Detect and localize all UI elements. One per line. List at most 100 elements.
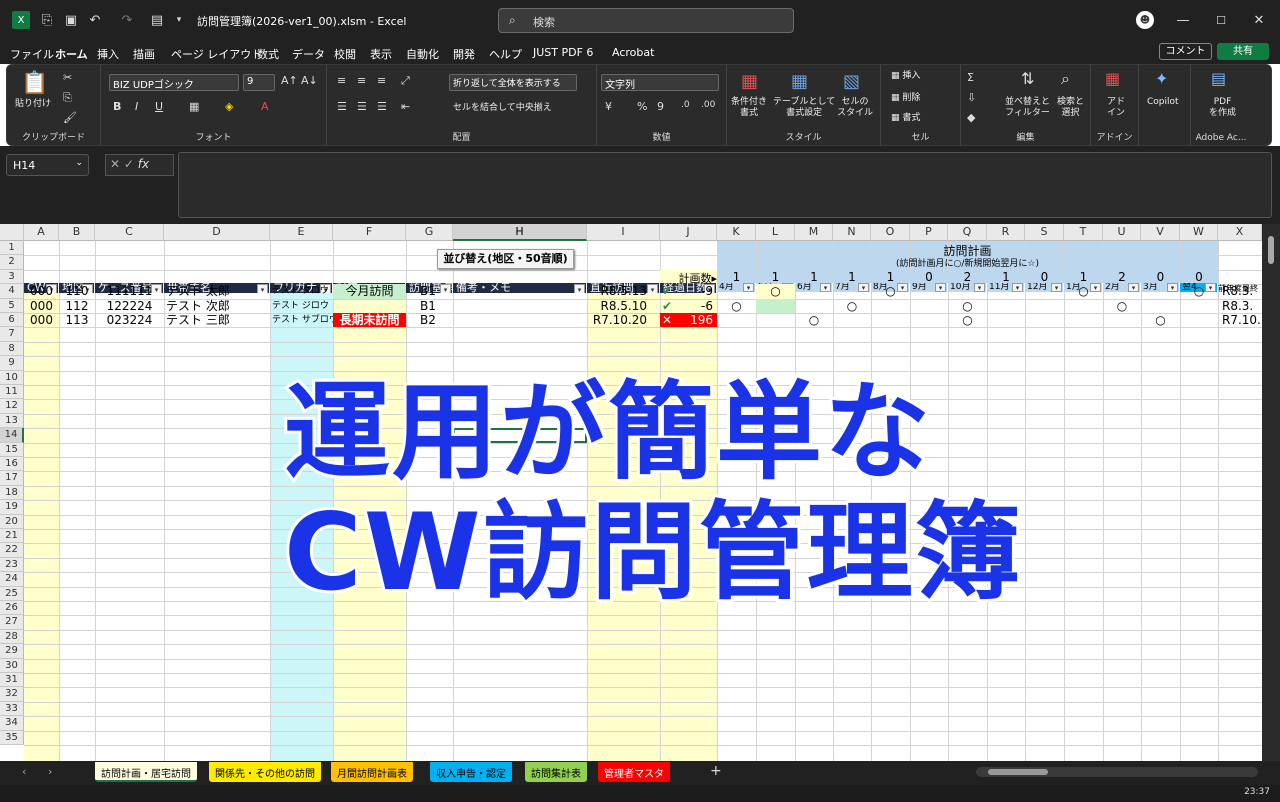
select-all-corner[interactable] [0, 224, 24, 241]
row-header[interactable]: 11 [0, 385, 24, 400]
kana-cell[interactable]: テスト サブロウ [272, 313, 333, 327]
sheet-tab[interactable]: 訪問計画・居宅訪問 [95, 762, 197, 782]
prev-year-cell[interactable]: R7.10. [1222, 313, 1262, 327]
row-header[interactable]: 22 [0, 543, 24, 558]
row-header[interactable]: 13 [0, 413, 24, 429]
row-header[interactable]: 26 [0, 601, 24, 616]
add-sheet-icon[interactable]: + [710, 763, 722, 779]
fill-icon[interactable]: ⇩ [967, 91, 976, 104]
dropdown-arrow-icon[interactable]: ▾ [574, 284, 585, 294]
name-box[interactable]: H14 ⌄ [6, 154, 89, 176]
vertical-scrollbar[interactable] [1262, 224, 1280, 761]
enter-icon[interactable]: ✓ [124, 157, 134, 171]
function-icon[interactable]: fx [138, 157, 149, 171]
column-header[interactable]: I [587, 224, 660, 241]
plan-circle[interactable]: ○ [756, 284, 795, 299]
prev-year-cell[interactable]: R8.3. [1222, 299, 1262, 313]
indent-icon[interactable]: ⇤ [401, 100, 410, 113]
scroll-thumb[interactable] [1268, 236, 1274, 264]
orientation-icon[interactable]: ⤢ [401, 74, 410, 88]
create-pdf-button[interactable]: PDF を作成 [1209, 97, 1236, 119]
kana-cell[interactable]: テスト ジロウ [272, 299, 333, 313]
comma-icon[interactable]: 9 [657, 100, 664, 113]
column-header[interactable]: X [1218, 224, 1262, 241]
column-header[interactable]: P [910, 224, 948, 241]
share-button[interactable]: 共有 [1217, 43, 1269, 60]
fill-color-icon[interactable]: ◈ [225, 100, 233, 113]
file-icon[interactable]: ▤ [148, 11, 166, 29]
plan-circle[interactable]: ○ [871, 284, 910, 298]
menu-item[interactable]: ホーム [55, 46, 88, 66]
row-header[interactable]: 19 [0, 500, 24, 515]
row-header[interactable]: 27 [0, 615, 24, 630]
maximize-icon[interactable]: ☐ [1212, 11, 1230, 29]
column-header[interactable]: G [406, 224, 453, 241]
align-bottom-icon[interactable]: ≡ [377, 74, 386, 87]
plan-circle[interactable]: ○ [833, 299, 871, 313]
minimize-icon[interactable]: — [1174, 11, 1192, 29]
prev-year-cell[interactable]: R8.3. [1222, 284, 1262, 298]
cancel-icon[interactable]: ✕ [110, 157, 120, 171]
case-number-cell[interactable]: 023224 [95, 313, 164, 327]
row-header[interactable]: 29 [0, 644, 24, 659]
align-top-icon[interactable]: ≡ [337, 74, 346, 87]
paste-icon[interactable]: 📋 [21, 71, 48, 96]
column-header[interactable]: J [660, 224, 717, 241]
sheet-tab[interactable]: 関係先・その他の訪問 [209, 762, 321, 782]
row-header[interactable]: 33 [0, 701, 24, 717]
plan-circle[interactable]: ○ [948, 313, 987, 327]
increase-decimal-icon[interactable]: .0 [681, 100, 690, 110]
row-header[interactable]: 25 [0, 586, 24, 601]
close-icon[interactable]: ✕ [1250, 11, 1268, 29]
elapsed-days-cell[interactable]: -6 [660, 299, 717, 313]
align-right-icon[interactable]: ☰ [377, 100, 387, 113]
row-header[interactable]: 9 [0, 356, 24, 371]
row-header[interactable]: 34 [0, 716, 24, 731]
column-header[interactable]: E [270, 224, 333, 241]
menu-item[interactable]: ファイル [10, 46, 54, 62]
column-header[interactable]: A [24, 224, 59, 241]
column-header[interactable]: W [1180, 224, 1218, 241]
plan-circle[interactable]: ○ [1103, 299, 1141, 313]
customize-icon[interactable]: ▾ [170, 11, 188, 29]
row-header[interactable]: 17 [0, 471, 24, 486]
row-header[interactable]: 21 [0, 529, 24, 544]
format-table-button[interactable]: テーブルとして 書式設定 [773, 97, 835, 119]
search-box[interactable]: ⌕ 検索 [498, 8, 794, 33]
menu-item[interactable]: ヘルプ [489, 46, 522, 62]
dropdown-arrow-icon[interactable]: ▾ [1051, 283, 1062, 293]
menu-item[interactable]: 開発 [453, 46, 475, 62]
dropdown-arrow-icon[interactable]: ▾ [1167, 283, 1178, 293]
cut-icon[interactable]: ✂ [63, 71, 72, 84]
row-header[interactable]: 28 [0, 629, 24, 645]
font-size-select[interactable]: 9 [243, 74, 275, 91]
last-visit-cell[interactable]: R8.5.10 [587, 299, 657, 313]
status-cell[interactable]: 今月訪問 [333, 284, 406, 299]
copy-icon[interactable]: ⎘ [63, 91, 72, 105]
menu-item[interactable]: ページ レイアウト [171, 46, 262, 62]
visit-base-cell[interactable]: B1 [420, 299, 453, 313]
column-header[interactable]: R [987, 224, 1025, 241]
table-header[interactable]: 3月 ▾ [1141, 283, 1180, 293]
sort-filter-button[interactable]: 並べ替えと フィルター [1005, 97, 1050, 119]
column-header[interactable]: S [1025, 224, 1064, 241]
kana-cell[interactable]: テスト タロウ [272, 284, 333, 298]
row-header[interactable]: 35 [0, 730, 24, 745]
name-cell[interactable]: テスト 三郎 [166, 313, 270, 327]
find-select-button[interactable]: 検索と 選択 [1057, 97, 1084, 119]
sort-button[interactable]: 並び替え(地区・50音順) [437, 249, 574, 269]
plan-circle[interactable]: ○ [795, 313, 833, 327]
undo-icon[interactable]: ↶ [86, 11, 104, 29]
column-header[interactable]: V [1141, 224, 1180, 241]
autosave-icon[interactable]: ⎘ [38, 11, 56, 29]
dropdown-arrow-icon[interactable]: ▾ [820, 283, 831, 293]
row-header[interactable]: 6 [0, 313, 24, 328]
formula-input[interactable] [178, 152, 1272, 218]
last-visit-cell[interactable]: R8.5.13 [587, 284, 657, 298]
format-painter-icon[interactable]: 🖌 [63, 111, 77, 124]
table-header[interactable]: 2月 ▾ [1103, 283, 1141, 293]
plan-circle[interactable]: ○ [1180, 284, 1218, 298]
merge-center-button[interactable]: セルを結合して中央揃え [453, 103, 552, 114]
shrink-font-icon[interactable]: A↓ [301, 74, 318, 87]
autosum-icon[interactable]: Σ [967, 71, 974, 84]
